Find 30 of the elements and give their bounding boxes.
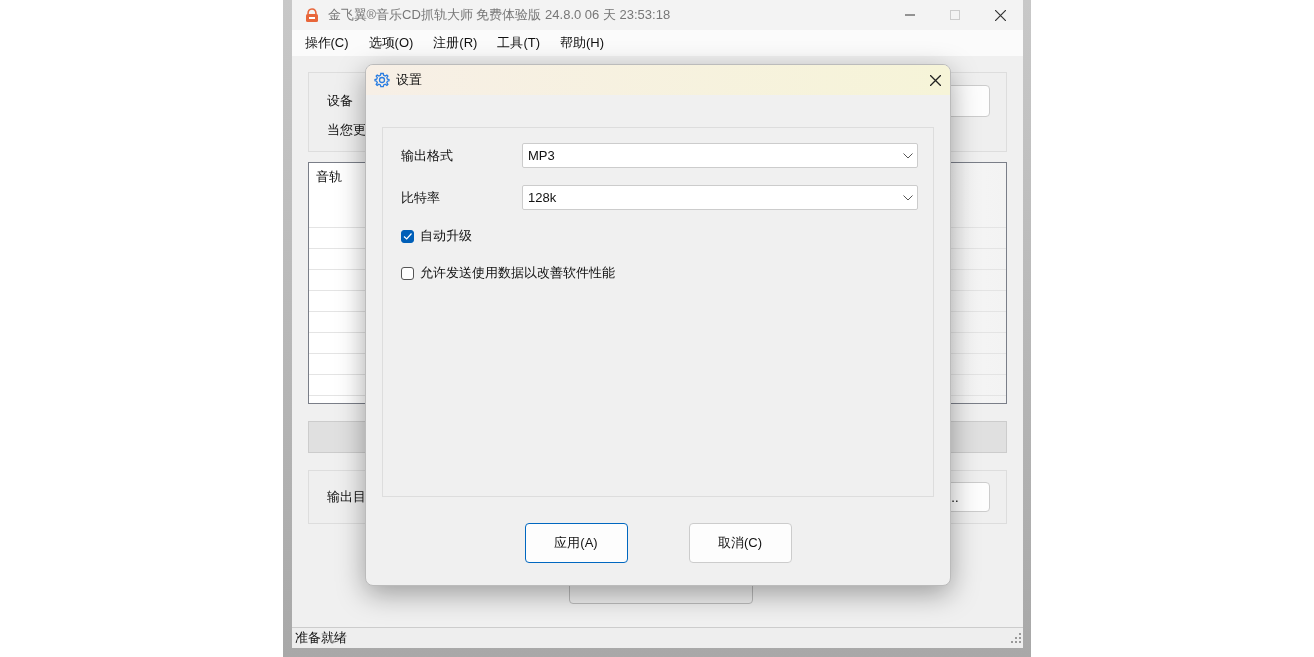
resize-grip-icon[interactable] xyxy=(1010,633,1021,643)
checkbox-label[interactable]: 自动升级 xyxy=(420,227,472,245)
field-label: 比特率 xyxy=(401,188,441,207)
settings-icon xyxy=(374,72,390,88)
field-label: 输出格式 xyxy=(401,146,454,165)
status-text: 准备就绪 xyxy=(294,629,347,647)
lock-icon xyxy=(303,7,320,23)
menu-item[interactable]: 注册(R) xyxy=(433,34,478,52)
menu-item[interactable]: 帮助(H) xyxy=(560,34,605,52)
menu-item[interactable]: 选项(O) xyxy=(368,34,414,52)
menu-item[interactable]: 操作(C) xyxy=(304,34,349,52)
dropdown[interactable]: 128k xyxy=(522,185,918,210)
apply-button[interactable]: 应用(A) xyxy=(524,523,628,563)
window-title: 金飞翼®音乐CD抓轨大师 免费体验版 24.8.0 06 天 23:53:18 xyxy=(327,6,672,24)
check-icon xyxy=(402,231,413,241)
chevron-down-icon xyxy=(903,152,913,159)
output-label: 输出目 xyxy=(326,488,366,506)
checkbox[interactable] xyxy=(401,229,414,243)
chevron-down-icon xyxy=(903,194,913,201)
column-header: 音轨 xyxy=(315,169,342,184)
close-icon[interactable] xyxy=(930,74,941,86)
dialog-title: 设置 xyxy=(396,71,423,89)
checkbox-label[interactable]: 允许发送使用数据以改善软件性能 xyxy=(420,264,615,282)
device-label: 设备 xyxy=(326,92,353,110)
menu-item[interactable]: 工具(T) xyxy=(497,34,540,52)
device-note: 当您更 xyxy=(326,121,367,139)
close-icon[interactable] xyxy=(994,9,1006,21)
dropdown[interactable]: MP3 xyxy=(522,143,918,168)
cancel-button[interactable]: 取消(C) xyxy=(688,523,792,563)
checkbox[interactable] xyxy=(401,266,414,280)
